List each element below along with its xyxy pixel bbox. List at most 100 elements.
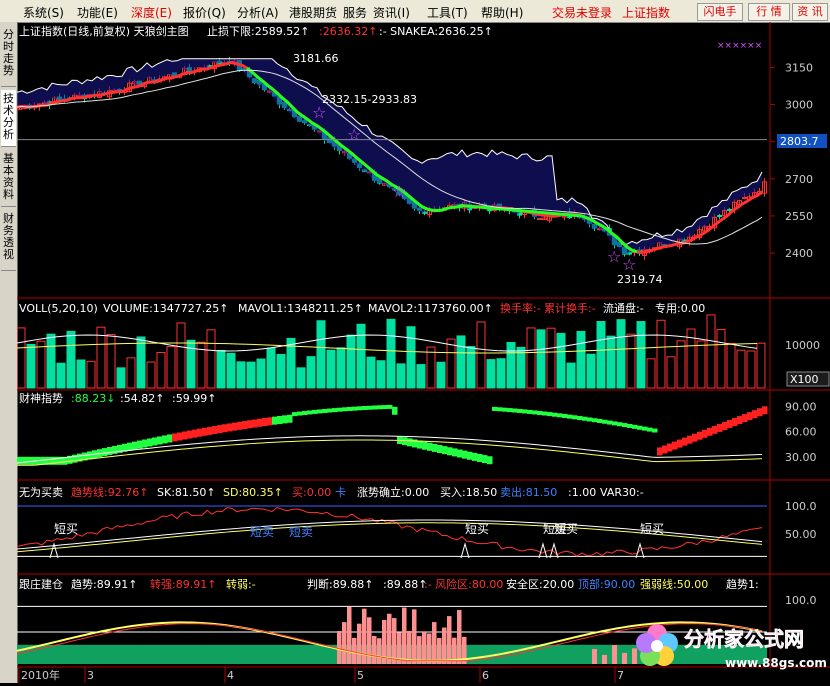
caishen-block [227, 423, 233, 432]
caishen-block [637, 425, 643, 430]
caishen-block [502, 407, 508, 412]
caishen-block [457, 449, 463, 458]
gz-v: :89.88↑ [383, 578, 427, 591]
volume-bar [426, 346, 436, 389]
volume-bar [526, 327, 536, 389]
caishen-block [577, 416, 583, 421]
wuwei-var30: VAR30:- [600, 486, 644, 499]
caishen-block [322, 408, 328, 413]
wuwei-y-tick: 100.0 [785, 500, 817, 513]
menu-item-0[interactable]: 系统(S) [23, 4, 64, 21]
caishen-block [597, 418, 603, 423]
caishen-block [477, 454, 483, 462]
caishen-block [17, 456, 23, 465]
volume-bar [96, 326, 106, 389]
caishen-block [147, 438, 153, 447]
volume-bar [406, 326, 416, 389]
caishen-block [417, 440, 423, 449]
volume-bar [556, 332, 566, 389]
volume-bar [636, 321, 646, 389]
snakea-label: :- SNAKEA:2636.25↑ [379, 25, 493, 38]
gz-bar [357, 623, 362, 664]
caishen-block [142, 439, 148, 448]
caishen-block [612, 421, 618, 426]
annotation-mid: 2332.15-2933.83 [322, 93, 417, 106]
menu-item-4[interactable]: 分析(A) [237, 4, 279, 21]
caishen-block [742, 414, 748, 423]
volume-bar [66, 330, 76, 389]
caishen-block [27, 456, 33, 465]
volume-bars [16, 314, 766, 389]
star-icon: ☆ [622, 255, 636, 274]
caishen-block [702, 429, 708, 438]
y-tick-label: 2700 [785, 173, 813, 186]
wuwei-title: 无为买卖 [19, 486, 63, 499]
caishen-block [532, 410, 538, 415]
gz-bar [432, 622, 437, 664]
caishen-block [452, 448, 458, 457]
wuwei-trend: 趋势线:92.76↑ [71, 485, 148, 499]
volume-bar [276, 353, 286, 389]
volume-bar [476, 321, 486, 389]
volume-bar [356, 323, 366, 389]
quote-button[interactable]: 行 情 [748, 3, 790, 21]
mavol1-value: MAVOL1:1348211.25↑ [238, 302, 363, 315]
news-button[interactable]: 资 讯 [792, 3, 828, 21]
gz-bar [392, 618, 397, 664]
menu-item-6[interactable]: 服务 [343, 4, 367, 21]
volume-bar [396, 363, 406, 389]
caishen-block [677, 439, 683, 448]
y-tick-label: 2550 [785, 210, 813, 223]
flash-trade-button[interactable]: 闪电手 [697, 3, 743, 21]
caishen-block [182, 431, 188, 440]
volume-bar [366, 356, 376, 389]
gz-title: 跟庄建仓 [19, 577, 63, 591]
caishen-block [272, 416, 278, 425]
signal-label: 短卖 [250, 525, 274, 539]
caishen-block [627, 423, 633, 428]
caishen-block [252, 419, 258, 428]
menu-item-8[interactable]: 工具(T) [427, 4, 468, 21]
wuwei-v100: :1.00 [568, 486, 596, 499]
volume-bar [716, 329, 726, 389]
gz-bar [592, 649, 597, 664]
volume-bar [726, 342, 736, 389]
side-tab-2[interactable]: 基本资料 [1, 150, 16, 207]
float-label: 流通盘:- [603, 301, 644, 315]
signal-label: 短买 [640, 522, 664, 536]
caishen-block [602, 419, 608, 424]
volume-bar [676, 340, 686, 389]
gz-bar [337, 631, 342, 664]
caishen-block [167, 434, 173, 443]
caishen-block [357, 406, 363, 411]
side-tab-1[interactable]: 技术分析 [1, 90, 16, 147]
menu-item-9[interactable]: 帮助(H) [481, 4, 523, 21]
gz-weak: 转弱:- [226, 577, 256, 591]
side-tab-3[interactable]: 财务透视 [1, 210, 16, 271]
menu-item-1[interactable]: 功能(E) [77, 4, 118, 21]
caishen-block [247, 420, 253, 429]
index-name: 上证指数 [622, 6, 671, 20]
menu-item-3[interactable]: 报价(Q) [183, 4, 226, 21]
gz-bar [352, 637, 357, 664]
caishen-block [622, 423, 628, 428]
menu-item-7[interactable]: 资讯(I) [373, 4, 410, 21]
price-tag: 2803.7 [780, 135, 819, 148]
volume-bar [166, 345, 176, 389]
star-icon: ☆ [347, 125, 361, 144]
caishen-block [377, 405, 383, 410]
gz-safe: 安全区:20.00 [506, 577, 574, 591]
caishen-block [207, 426, 213, 435]
caishen-block [642, 426, 648, 431]
caishen-block [222, 424, 228, 433]
volume-bar [436, 361, 446, 389]
menu-item-2[interactable]: 深度(E) [131, 4, 172, 21]
chart-area[interactable]: 3150300028502700255024002803.73181.66233… [16, 22, 830, 683]
caishen-block [487, 456, 493, 465]
volume-bar [386, 318, 396, 389]
caishen-block [517, 408, 523, 413]
side-tab-0[interactable]: 分时走势 [1, 26, 16, 87]
caishen-block [262, 418, 268, 427]
gz-bar [442, 627, 447, 664]
menu-item-5[interactable]: 港股期货 [289, 4, 337, 21]
